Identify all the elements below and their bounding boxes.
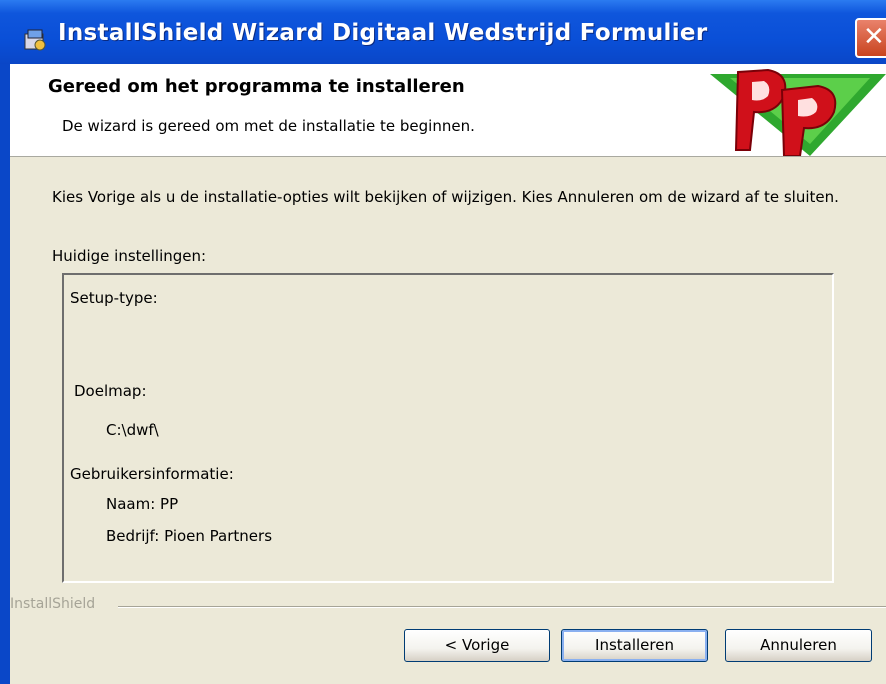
close-button[interactable]: ✕ bbox=[855, 18, 886, 58]
company-name: Bedrijf: Pioen Partners bbox=[106, 527, 273, 545]
installer-icon bbox=[24, 29, 46, 51]
destination-label: Doelmap: bbox=[74, 382, 147, 400]
close-icon: ✕ bbox=[863, 22, 885, 52]
intro-text: Kies Vorige als u de installatie-opties … bbox=[52, 188, 839, 206]
footer-divider bbox=[118, 606, 886, 608]
page-title: Gereed om het programma te installeren bbox=[48, 76, 465, 97]
settings-summary[interactable]: Setup-type: Doelmap: C:\dwf\ Gebruikersi… bbox=[62, 273, 834, 583]
user-name: Naam: PP bbox=[106, 495, 179, 513]
install-button[interactable]: Installeren bbox=[561, 629, 708, 662]
window-title: InstallShield Wizard Digitaal Wedstrijd … bbox=[58, 20, 708, 46]
destination-value: C:\dwf\ bbox=[106, 421, 159, 439]
page-subtitle: De wizard is gereed om met de installati… bbox=[62, 117, 475, 135]
back-button[interactable]: < Vorige bbox=[404, 629, 550, 662]
setup-type-label: Setup-type: bbox=[70, 289, 158, 307]
wizard-header: Gereed om het programma te installeren D… bbox=[10, 64, 886, 157]
pp-logo-icon bbox=[710, 68, 886, 156]
current-settings-label: Huidige instellingen: bbox=[52, 247, 207, 265]
title-bar[interactable]: InstallShield Wizard Digitaal Wedstrijd … bbox=[0, 0, 886, 74]
cancel-button[interactable]: Annuleren bbox=[725, 629, 872, 662]
user-info-label: Gebruikersinformatie: bbox=[70, 465, 234, 483]
window-border bbox=[0, 64, 10, 684]
installshield-brand: InstallShield bbox=[10, 596, 96, 612]
